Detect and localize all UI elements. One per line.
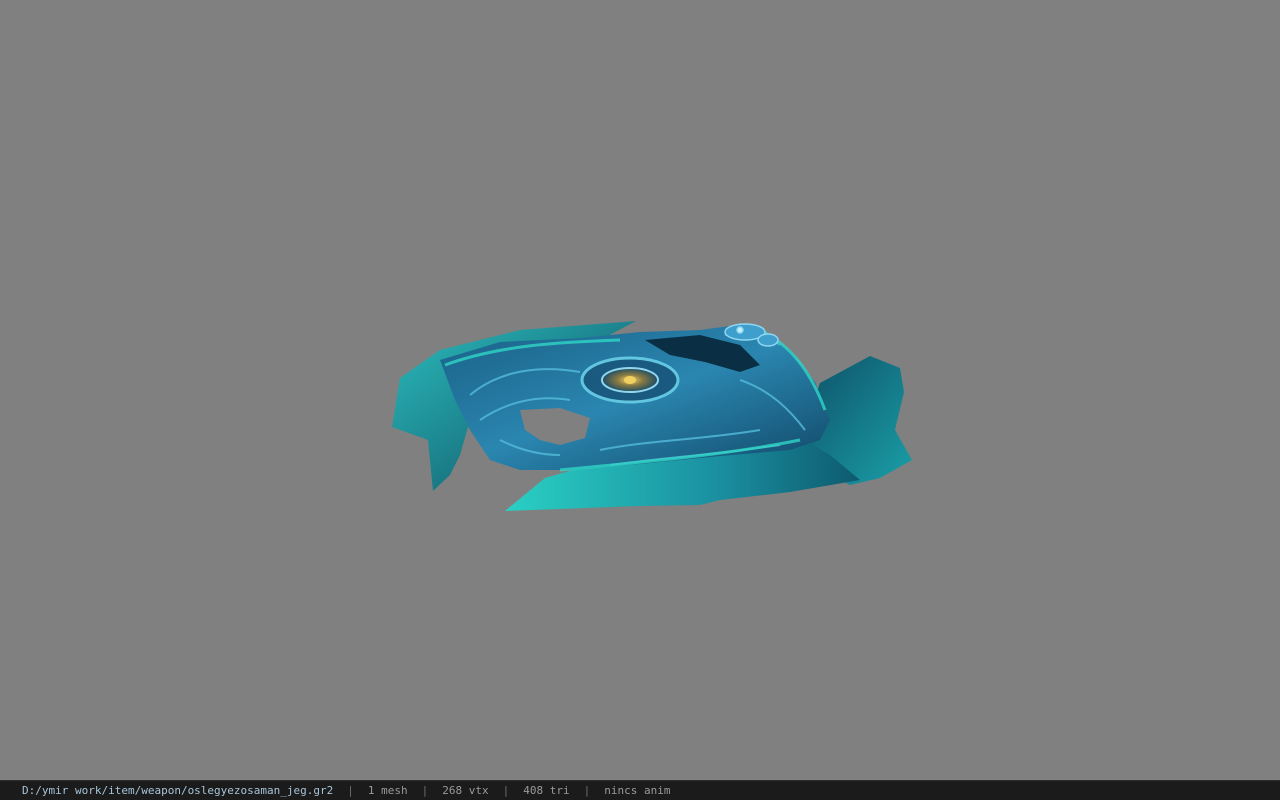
separator: |: [502, 784, 510, 797]
vertex-count: 268 vtx: [442, 784, 489, 797]
file-path: D:/ymir work/item/weapon/oslegyezosaman_…: [22, 784, 334, 797]
separator: |: [583, 784, 591, 797]
separator: |: [421, 784, 429, 797]
mesh-count: 1 mesh: [367, 784, 408, 797]
weapon-model[interactable]: [0, 0, 1280, 780]
animation-status: nincs anim: [604, 784, 671, 797]
3d-viewport[interactable]: [0, 0, 1280, 780]
status-bar: D:/ymir work/item/weapon/oslegyezosaman_…: [0, 780, 1280, 800]
separator: |: [347, 784, 354, 797]
eye-pupil: [624, 376, 636, 384]
triangle-count: 408 tri: [523, 784, 570, 797]
